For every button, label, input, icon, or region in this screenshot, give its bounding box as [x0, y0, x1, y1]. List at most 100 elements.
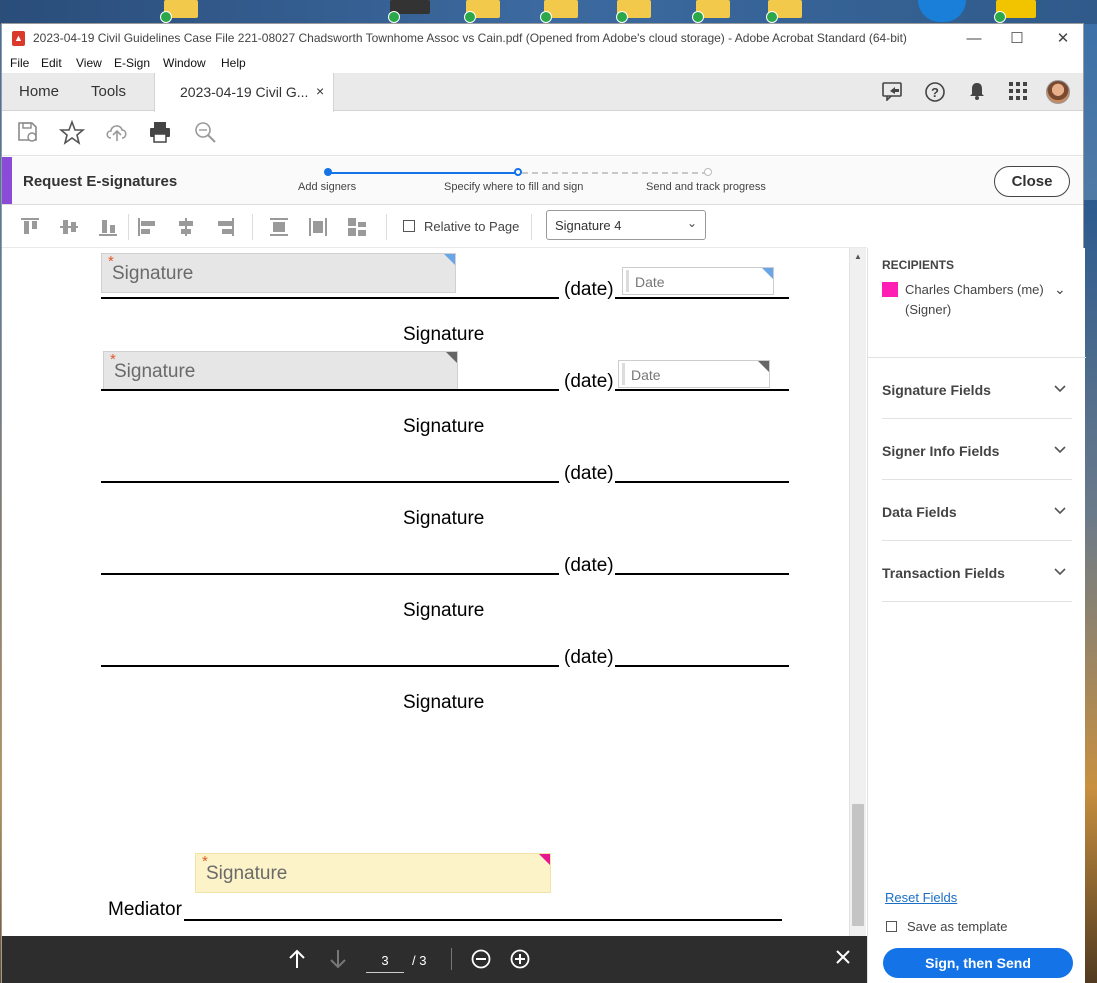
sync-check-icon: [388, 11, 400, 23]
relative-to-page-checkbox[interactable]: [403, 220, 415, 232]
menu-esign[interactable]: E-Sign: [114, 56, 150, 70]
divider: [386, 214, 387, 240]
progress-line-pending: [522, 172, 708, 174]
step-dot-send: [704, 168, 712, 176]
align-top-icon[interactable]: [21, 218, 41, 236]
acrobat-app-icon: ▲: [12, 31, 25, 46]
field-select-dropdown[interactable]: Signature 4 ⌄: [546, 210, 706, 240]
sync-check-icon: [766, 11, 778, 23]
save-as-template-checkbox[interactable]: [886, 921, 897, 932]
match-size-icon[interactable]: [348, 218, 368, 236]
minimize-button[interactable]: —: [954, 28, 994, 50]
next-page-arrow-icon[interactable]: [328, 948, 348, 976]
field-corner-marker: [762, 268, 773, 279]
menu-window[interactable]: Window: [163, 56, 206, 70]
accordion-label: Transaction Fields: [882, 565, 1005, 581]
menu-help[interactable]: Help: [221, 56, 246, 70]
esign-heading: Request E-signatures: [23, 173, 178, 190]
align-center-icon[interactable]: [177, 218, 197, 236]
align-right-icon[interactable]: [216, 218, 236, 236]
align-bottom-icon[interactable]: [99, 218, 119, 236]
divider: [531, 214, 532, 240]
esign-close-button[interactable]: Close: [994, 166, 1070, 197]
chevron-down-icon: [1054, 441, 1066, 457]
accordion-signature-fields[interactable]: Signature Fields: [882, 358, 1072, 419]
close-window-button[interactable]: ✕: [1043, 28, 1083, 50]
divider: [451, 948, 452, 970]
sync-check-icon: [160, 11, 172, 23]
sync-check-icon: [616, 11, 628, 23]
save-as-template-label: Save as template: [907, 919, 1008, 934]
page-total: / 3: [412, 953, 427, 968]
scrollbar-thumb[interactable]: [852, 804, 864, 926]
apps-grid-icon[interactable]: [1006, 81, 1030, 103]
tab-close-icon[interactable]: ×: [316, 83, 324, 99]
mediator-signature-field[interactable]: * Signature: [195, 853, 551, 893]
remote-desktop-icon[interactable]: [918, 0, 966, 22]
scroll-up-arrow-icon[interactable]: ▲: [854, 252, 862, 261]
date-line: [615, 389, 789, 391]
help-icon[interactable]: ?: [923, 81, 947, 103]
current-page-input[interactable]: 3: [366, 949, 404, 973]
match-width-icon[interactable]: [309, 218, 329, 236]
date-field-2[interactable]: Date: [618, 360, 770, 388]
star-icon[interactable]: [58, 119, 86, 148]
sync-check-icon: [464, 11, 476, 23]
field-select-value: Signature 4: [555, 218, 622, 233]
signature-line: [101, 297, 559, 299]
notifications-bell-icon[interactable]: [965, 81, 989, 103]
date-field-1[interactable]: Date: [622, 267, 774, 295]
share-review-icon[interactable]: [881, 81, 905, 103]
step-specify-fields: Specify where to fill and sign: [444, 181, 584, 193]
desktop-right-edge: [1084, 200, 1097, 983]
date-line: [615, 481, 789, 483]
tab-document[interactable]: 2023-04-19 Civil G... ×: [154, 73, 334, 112]
chevron-down-icon: [1054, 502, 1066, 518]
desktop-icons-strip: [0, 0, 1097, 24]
zoom-icon[interactable]: [191, 120, 219, 148]
align-left-icon[interactable]: [138, 218, 158, 236]
accordion-data-fields[interactable]: Data Fields: [882, 480, 1072, 541]
zoom-in-icon[interactable]: [509, 948, 531, 976]
accordion-transaction-fields[interactable]: Transaction Fields: [882, 541, 1072, 602]
save-cloud-icon[interactable]: [14, 120, 42, 148]
esign-progress-bar: Request E-signatures Add signers Specify…: [2, 157, 1083, 205]
print-icon[interactable]: [146, 120, 174, 148]
maximize-button[interactable]: ☐: [997, 28, 1037, 50]
date-text: (date): [564, 555, 614, 576]
date-text: (date): [564, 463, 614, 484]
signature-field-1[interactable]: * Signature: [101, 253, 456, 293]
previous-page-arrow-icon[interactable]: [287, 948, 307, 976]
close-toolbar-icon[interactable]: [834, 948, 852, 972]
date-field-bar: [626, 270, 629, 292]
tab-tools[interactable]: Tools: [91, 83, 126, 100]
acrobat-window: ▲ 2023-04-19 Civil Guidelines Case File …: [1, 23, 1086, 983]
step-add-signers[interactable]: Add signers: [298, 181, 356, 193]
menu-view[interactable]: View: [76, 56, 102, 70]
recipient-name[interactable]: Charles Chambers (me) (Signer): [905, 280, 1055, 320]
menu-file[interactable]: File: [10, 56, 29, 70]
menu-edit[interactable]: Edit: [41, 56, 62, 70]
tab-document-label: 2023-04-19 Civil G...: [180, 84, 309, 100]
upload-icon[interactable]: [103, 120, 131, 148]
reset-fields-link[interactable]: Reset Fields: [885, 890, 957, 905]
chevron-down-icon[interactable]: ⌄: [1054, 281, 1066, 298]
sync-check-icon: [692, 11, 704, 23]
chevron-down-icon: [1054, 380, 1066, 396]
pdf-page-view[interactable]: * Signature (date) Date Signature * Sign…: [2, 248, 849, 936]
step-send-track: Send and track progress: [646, 181, 766, 193]
match-height-icon[interactable]: [270, 218, 290, 236]
sign-then-send-button[interactable]: Sign, then Send: [883, 948, 1073, 978]
accordion-label: Data Fields: [882, 504, 957, 520]
signature-line: [101, 389, 559, 391]
accordion-signer-info-fields[interactable]: Signer Info Fields: [882, 419, 1072, 480]
date-text: (date): [564, 647, 614, 668]
document-scrollbar[interactable]: ▲: [849, 248, 866, 936]
tab-home[interactable]: Home: [19, 83, 59, 100]
align-middle-icon[interactable]: [60, 218, 80, 236]
relative-to-page-label: Relative to Page: [424, 219, 520, 234]
signature-field-2[interactable]: * Signature: [103, 351, 458, 391]
user-avatar[interactable]: [1046, 80, 1070, 104]
signature-line: [101, 573, 559, 575]
zoom-out-icon[interactable]: [470, 948, 492, 976]
